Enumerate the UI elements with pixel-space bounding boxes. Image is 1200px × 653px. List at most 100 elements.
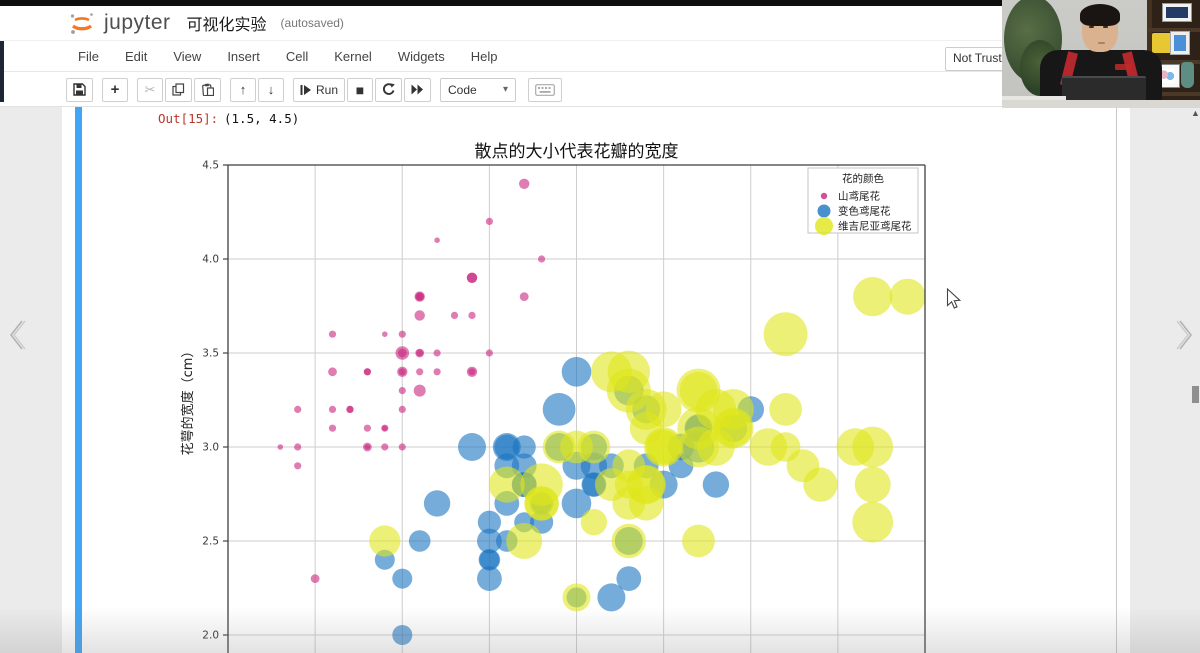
data-point [543, 393, 576, 426]
data-point [381, 443, 388, 450]
data-point [703, 471, 729, 497]
data-point [415, 349, 424, 358]
scrollbar-thumb[interactable] [1192, 386, 1199, 403]
y-tick-label: 4.0 [202, 254, 219, 266]
data-point [467, 273, 477, 283]
chart-title: 散点的大小代表花瓣的宽度 [475, 142, 679, 162]
data-point [563, 583, 591, 611]
data-point [489, 467, 525, 503]
data-point [852, 427, 893, 468]
data-point [294, 406, 301, 413]
teal-vase [1181, 62, 1194, 88]
shelf-card [1170, 31, 1190, 55]
data-point [392, 569, 412, 589]
data-point [852, 502, 893, 543]
data-point [803, 467, 837, 501]
data-point [311, 574, 320, 583]
data-point [278, 444, 284, 450]
data-point [329, 331, 336, 338]
data-point [468, 312, 475, 319]
data-point [682, 525, 715, 558]
legend-entry-label: 变色鸢尾花 [838, 205, 891, 218]
data-point [855, 467, 891, 503]
mouse-cursor-icon [946, 288, 962, 310]
data-point [543, 431, 576, 464]
data-point [363, 443, 372, 452]
data-point [538, 255, 545, 262]
data-point [612, 524, 646, 558]
data-point [771, 432, 801, 462]
legend-entry-label: 山鸢尾花 [838, 190, 880, 203]
data-point [434, 368, 441, 375]
data-point [346, 406, 353, 413]
data-point [478, 511, 501, 534]
data-point [416, 368, 423, 375]
data-point [853, 277, 892, 316]
data-point [381, 425, 388, 432]
carousel-right-chevron-icon[interactable] [1175, 318, 1195, 352]
data-point [329, 406, 336, 413]
presenter-eye [1089, 26, 1094, 28]
jupyter-notebook-screen: jupyter 可视化实验 (autosaved) File Edit View… [0, 0, 1200, 653]
data-point [581, 509, 607, 535]
data-point [399, 406, 406, 413]
data-point [677, 369, 721, 413]
picture-frame-art [1166, 7, 1188, 18]
webcam-overlay [1002, 0, 1200, 108]
data-point [486, 218, 493, 225]
legend-title: 花的颜色 [842, 172, 884, 185]
y-tick-label: 3.5 [202, 348, 219, 360]
data-point [399, 387, 406, 394]
data-point [506, 523, 542, 559]
series-维吉尼亚鸢尾花 [369, 277, 925, 611]
legend-marker [818, 205, 831, 218]
data-point [294, 462, 301, 469]
y-tick-label: 2.5 [202, 536, 219, 548]
series-山鸢尾花 [278, 179, 546, 583]
presenter-hair [1080, 4, 1120, 26]
data-point [458, 433, 486, 461]
presenter-mouth [1098, 42, 1105, 44]
data-point [591, 351, 632, 392]
data-point [294, 443, 301, 450]
data-point [399, 443, 406, 450]
data-point [451, 312, 458, 319]
y-tick-label: 4.5 [202, 160, 219, 172]
data-point [519, 179, 529, 189]
presenter-eye [1103, 26, 1108, 28]
y-axis-label: 花萼的宽度（cm） [180, 345, 196, 456]
legend-entry-label: 维吉尼亚鸢尾花 [838, 220, 912, 233]
data-point [769, 393, 802, 426]
data-point [416, 293, 423, 300]
data-point [646, 429, 682, 465]
data-point [678, 427, 719, 468]
data-point [369, 525, 400, 556]
y-tick-label: 3.0 [202, 442, 219, 454]
data-point [364, 368, 371, 375]
data-point [520, 292, 529, 301]
data-point [414, 385, 426, 397]
hoodie-logo [1115, 64, 1131, 70]
picture-frame [1162, 3, 1192, 22]
data-point [364, 425, 371, 432]
yellow-toy [1152, 33, 1172, 53]
data-point [409, 530, 431, 552]
data-point [424, 490, 450, 516]
shelf-card-art [1174, 35, 1186, 51]
data-point [562, 357, 592, 387]
carousel-left-chevron-icon[interactable] [7, 318, 27, 352]
data-point [399, 331, 406, 338]
data-point [486, 349, 493, 356]
scrollbar-up-arrow-icon[interactable]: ▲ [1191, 108, 1200, 118]
data-point [328, 367, 337, 376]
data-point [616, 566, 641, 591]
data-point [524, 486, 558, 520]
data-point [615, 471, 643, 499]
data-point [396, 346, 410, 360]
data-point [382, 331, 388, 337]
data-point [890, 279, 926, 315]
data-point [392, 625, 412, 645]
data-point [434, 349, 441, 356]
data-point [434, 237, 440, 243]
data-point [415, 310, 425, 320]
